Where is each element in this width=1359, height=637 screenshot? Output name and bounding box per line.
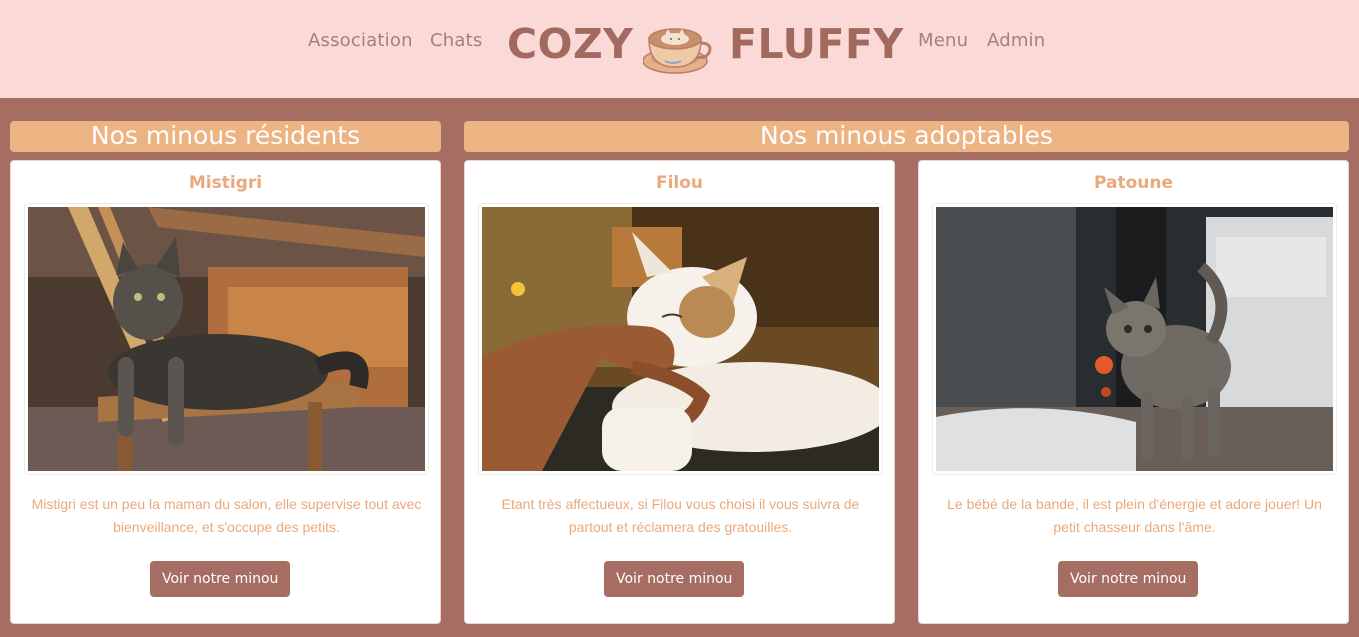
brand-name-left: COZY xyxy=(507,20,634,68)
cat-photo-mistigri xyxy=(28,207,425,471)
site-header: Association Chats COZY FLUFFY Menu Admin xyxy=(0,0,1359,98)
cat-description: Le bébé de la bande, il est plein d'éner… xyxy=(947,496,1322,535)
cat-name: Mistigri xyxy=(188,173,263,193)
view-cat-button[interactable]: Voir notre minou xyxy=(150,561,291,597)
cat-name: Filou xyxy=(655,173,704,193)
brand-name-right: FLUFFY xyxy=(729,20,904,68)
cat-name: Patoune xyxy=(1093,173,1173,193)
nav-link-association[interactable]: Association xyxy=(308,30,413,51)
residents-section-title: Nos minous résidents xyxy=(10,121,441,152)
view-cat-button[interactable]: Voir notre minou xyxy=(604,561,745,597)
view-cat-button[interactable]: Voir notre minou xyxy=(1058,561,1199,597)
cat-photo-frame xyxy=(478,203,883,475)
cat-photo-filou xyxy=(482,207,879,471)
cat-card-mistigri: Mistigri Mistigri est un peu la maman du… xyxy=(10,160,441,624)
cat-description: Mistigri est un peu la maman du salon, e… xyxy=(31,496,422,535)
cat-photo-frame xyxy=(24,203,429,475)
coffee-cup-logo-icon[interactable] xyxy=(643,15,715,77)
adoptables-section-title: Nos minous adoptables xyxy=(464,121,1349,152)
cat-card-patoune: Patoune Le bébé de la bande, il est plei… xyxy=(918,160,1349,624)
nav-link-chats[interactable]: Chats xyxy=(430,30,482,51)
cat-description: Etant très affectueux, si Filou vous cho… xyxy=(501,496,860,535)
cat-card-filou: Filou Etant très affectueux, si Filou vo… xyxy=(464,160,895,624)
nav-link-admin[interactable]: Admin xyxy=(987,30,1045,51)
cat-photo-patoune xyxy=(936,207,1333,471)
nav-link-menu[interactable]: Menu xyxy=(918,30,968,51)
cat-photo-frame xyxy=(932,203,1337,475)
